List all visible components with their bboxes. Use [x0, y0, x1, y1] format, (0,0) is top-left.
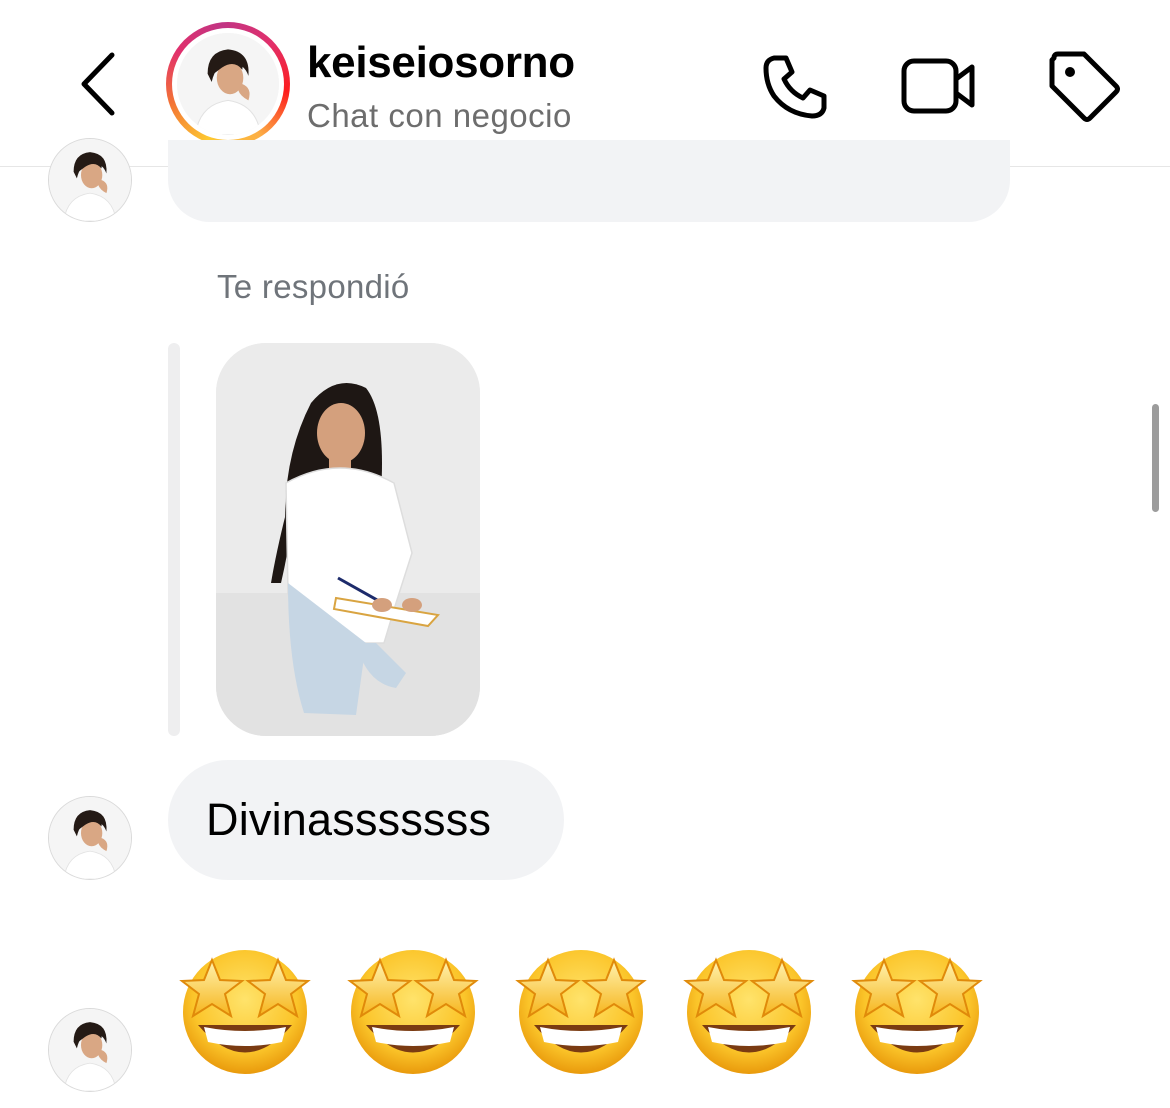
star-struck-emoji-icon — [842, 930, 992, 1080]
star-struck-emoji-icon — [338, 930, 488, 1080]
reply-label: Te respondió — [217, 268, 410, 305]
scrollbar[interactable] — [1152, 404, 1159, 512]
profile-avatar — [177, 33, 279, 135]
profile-avatar-story-ring[interactable] — [166, 22, 290, 146]
sender-avatar[interactable] — [48, 1008, 132, 1092]
sender-avatar[interactable] — [48, 138, 132, 222]
video-call-button[interactable] — [898, 46, 978, 126]
back-button[interactable] — [68, 46, 128, 122]
message-bubble[interactable]: Divinasssssss — [168, 760, 564, 880]
replied-photo[interactable] — [216, 343, 480, 736]
star-struck-emoji-icon — [674, 930, 824, 1080]
emoji-message[interactable] — [170, 930, 1010, 1090]
chat-username[interactable]: keiseiosorno — [307, 38, 575, 88]
photo-image — [216, 343, 480, 736]
phone-icon — [763, 55, 827, 119]
previous-message-bubble[interactable] — [168, 140, 1010, 222]
star-struck-emoji-icon — [170, 930, 320, 1080]
chevron-left-icon — [81, 52, 115, 116]
sender-avatar[interactable] — [48, 796, 132, 880]
video-camera-icon — [901, 58, 975, 114]
tag-icon — [1049, 51, 1120, 122]
reply-quote-bar — [168, 343, 180, 736]
chat-subtitle: Chat con negocio — [307, 97, 572, 134]
star-struck-emoji-icon — [506, 930, 656, 1080]
label-button[interactable] — [1044, 46, 1124, 126]
audio-call-button[interactable] — [756, 46, 836, 126]
message-text: Divinasssssss — [206, 794, 492, 845]
